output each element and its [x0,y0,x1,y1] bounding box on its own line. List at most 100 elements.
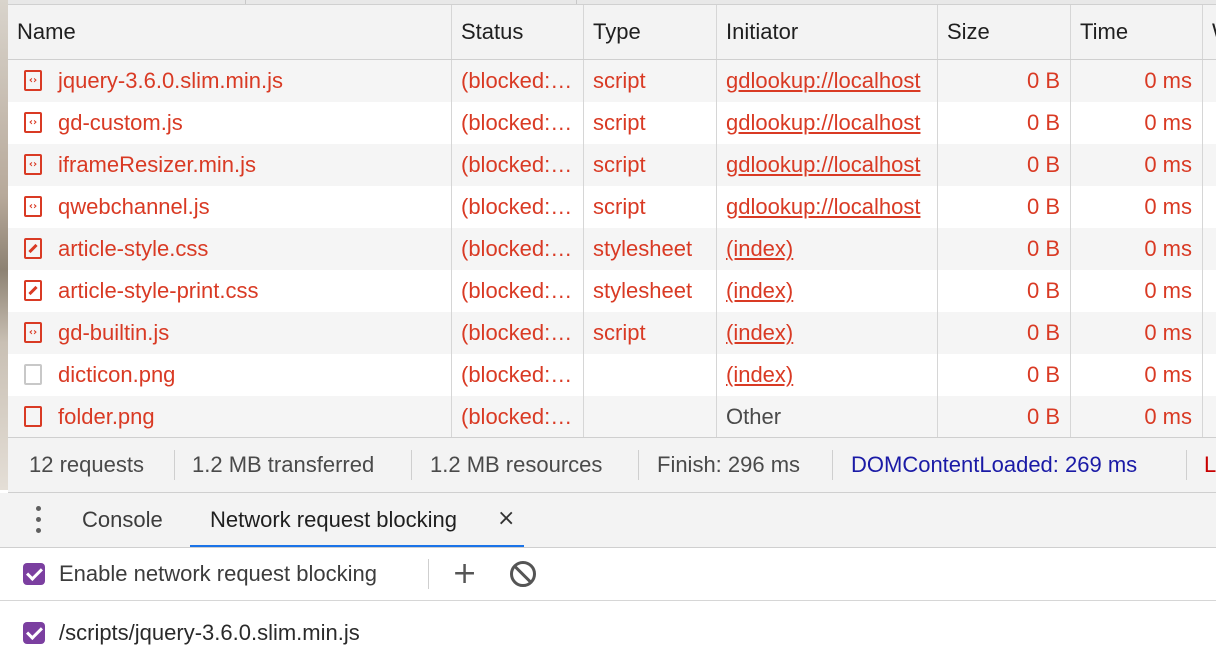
request-size: 0 B [938,312,1071,354]
blocking-toolbar: Enable network request blocking + [0,548,1216,601]
table-row[interactable]: article-style-print.css (blocked:devtools… [8,270,1216,312]
column-header-name[interactable]: Name [8,5,452,59]
table-row[interactable]: jquery-3.6.0.slim.min.js (blocked:devtool… [8,60,1216,102]
request-size: 0 B [938,354,1071,396]
load-time: L [1204,452,1216,477]
request-name: article-style.css [8,228,452,270]
stylesheet-icon [24,238,42,259]
enable-blocking-checkbox[interactable] [23,563,45,585]
strip-divider [576,0,577,4]
row-overflow [1203,270,1216,312]
column-header-time[interactable]: Time [1071,5,1203,59]
request-time: 0 ms [1071,270,1203,312]
enable-blocking-label[interactable]: Enable network request blocking [59,548,377,600]
initiator-link[interactable]: gdlookup://localhost [726,152,920,177]
request-status: (blocked:devtools) [452,186,584,228]
request-initiator[interactable]: (index) [717,312,938,354]
drawer-tabbar: Console Network request blocking × [0,493,1216,548]
pattern-text[interactable]: /scripts/jquery-3.6.0.slim.min.js [59,613,360,653]
request-type [584,396,717,438]
table-row[interactable]: dicticon.png (blocked:devtools) (index) 0 B… [8,354,1216,396]
initiator-link[interactable]: gdlookup://localhost [726,110,920,135]
request-initiator[interactable]: (index) [717,354,938,396]
request-type: stylesheet [584,270,717,312]
add-pattern-icon[interactable]: + [452,548,477,600]
request-initiator[interactable]: Other [717,396,938,438]
request-size: 0 B [938,186,1071,228]
initiator-link[interactable]: (index) [726,278,793,303]
request-name: gd-builtin.js [8,312,452,354]
request-initiator[interactable]: (index) [717,270,938,312]
request-rows: jquery-3.6.0.slim.min.js (blocked:devtool… [8,60,1216,438]
image-icon [24,364,42,385]
request-status: (blocked:devtools) [452,312,584,354]
table-row[interactable]: qwebchannel.js (blocked:devtools)script gd… [8,186,1216,228]
row-overflow [1203,354,1216,396]
initiator-link[interactable]: (index) [726,320,793,345]
finish-time: Finish: 296 ms [657,452,801,477]
table-row[interactable]: article-style.css (blocked:devtools)style… [8,228,1216,270]
request-initiator[interactable]: gdlookup://localhost [717,102,938,144]
request-time: 0 ms [1071,354,1203,396]
column-header-size[interactable]: Size [938,5,1071,59]
request-type [584,354,717,396]
request-name-text: article-style-print.css [58,278,259,303]
script-icon [24,322,42,343]
table-row[interactable]: gd-custom.js (blocked:devtools)script gdlo… [8,102,1216,144]
request-status: (blocked:devtools) [452,144,584,186]
strip-divider [245,0,246,4]
request-initiator[interactable]: gdlookup://localhost [717,144,938,186]
row-overflow [1203,102,1216,144]
image-icon [24,406,42,427]
transferred-size: 1.2 MB transferred [192,452,375,477]
request-time: 0 ms [1071,396,1203,438]
request-name: qwebchannel.js [8,186,452,228]
summary-bar: 12 requests 1.2 MB transferred 1.2 MB re… [8,437,1216,494]
initiator-link[interactable]: gdlookup://localhost [726,194,920,219]
initiator-link[interactable]: gdlookup://localhost [726,68,920,93]
column-header-status[interactable]: Status [452,5,584,59]
remove-all-patterns-icon[interactable] [510,561,536,587]
request-type: script [584,102,717,144]
request-time: 0 ms [1071,228,1203,270]
request-initiator[interactable]: gdlookup://localhost [717,60,938,102]
initiator-link[interactable]: Other [726,404,781,429]
column-header-type[interactable]: Type [584,5,717,59]
request-status: (blocked:devtools) [452,102,584,144]
initiator-link[interactable]: (index) [726,362,793,387]
dom-content-loaded: DOMContentLoaded: 269 ms [851,452,1138,477]
request-status: (blocked:devtools) [452,60,584,102]
request-time: 0 ms [1071,186,1203,228]
table-row[interactable]: folder.png (blocked:devtools) Other 0 B0 ms [8,396,1216,438]
column-header-overflow: W [1203,5,1216,59]
request-size: 0 B [938,60,1071,102]
more-options-icon[interactable] [33,506,43,534]
row-overflow [1203,60,1216,102]
request-status: (blocked:devtools) [452,354,584,396]
script-icon [24,70,42,91]
script-icon [24,154,42,175]
request-name-text: article-style.css [58,236,209,261]
request-name-text: gd-custom.js [58,110,183,135]
summary-divider [411,450,412,480]
table-row[interactable]: iframeResizer.min.js (blocked:devtools)sc… [8,144,1216,186]
stylesheet-icon [24,280,42,301]
initiator-link[interactable]: (index) [726,236,793,261]
request-name: folder.png [8,396,452,438]
table-row[interactable]: gd-builtin.js (blocked:devtools)script (in… [8,312,1216,354]
close-icon[interactable]: × [497,493,515,547]
request-status: (blocked:devtools) [452,396,584,438]
request-name-text: folder.png [58,404,155,429]
pattern-checkbox[interactable] [23,622,45,644]
devtools-network-panel: Name Status Type Initiator Size Time W j… [0,0,1216,670]
request-name-text: gd-builtin.js [58,320,170,345]
request-name-text: dicticon.png [58,362,176,387]
summary-divider [832,450,833,480]
request-initiator[interactable]: gdlookup://localhost [717,186,938,228]
row-overflow [1203,396,1216,438]
request-count: 12 requests [29,452,144,477]
tab-network-request-blocking[interactable]: Network request blocking [190,493,524,547]
request-initiator[interactable]: (index) [717,228,938,270]
tab-console[interactable]: Console [82,493,163,547]
column-header-initiator[interactable]: Initiator [717,5,938,59]
